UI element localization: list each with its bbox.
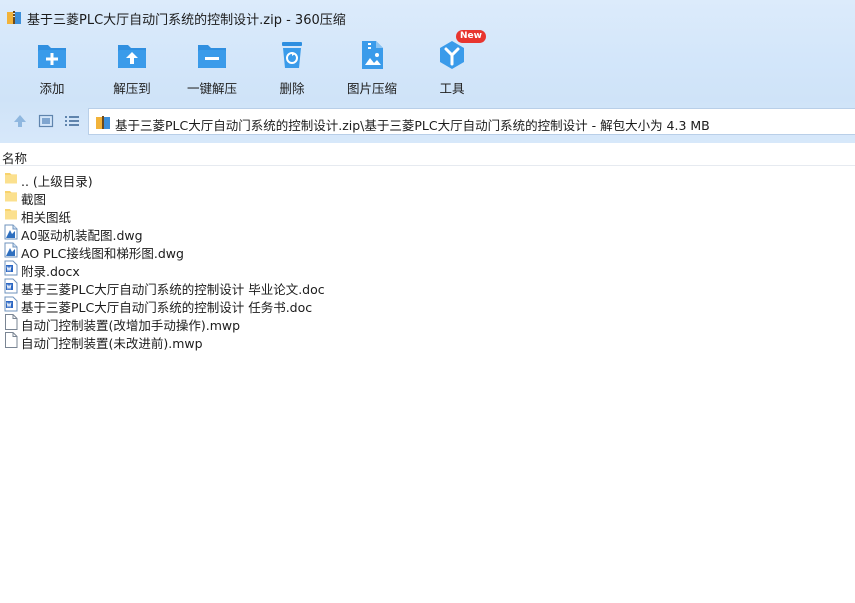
list-view-icon[interactable] <box>64 113 80 129</box>
archive-icon <box>96 116 110 129</box>
image-compress-icon <box>362 41 383 69</box>
list-item[interactable]: 截图 <box>0 187 855 207</box>
delete-icon <box>282 42 302 68</box>
list-item[interactable]: 基于三菱PLC大厅自动门系统的控制设计 任务书.doc <box>0 295 855 315</box>
word-file-icon <box>4 296 18 312</box>
list-item[interactable]: AO PLC接线图和梯形图.dwg <box>0 241 855 261</box>
generic-file-icon <box>4 314 18 330</box>
file-list: .. (上级目录) 截图 相关图纸 A0驱动机装配图.dwg AO PLC接线图和梯形图… <box>0 169 855 351</box>
name-column-header[interactable]: 名称 <box>0 145 855 166</box>
list-item[interactable]: 自动门控制装置(改增加手动操作).mwp <box>0 313 855 333</box>
generic-file-icon <box>4 332 18 348</box>
list-item[interactable]: 自动门控制装置(未改进前).mwp <box>0 331 855 351</box>
extract-to-button[interactable]: 解压到 <box>92 36 172 98</box>
file-name: 自动门控制装置(未改进前).mwp <box>21 336 203 351</box>
delete-label: 删除 <box>279 81 305 96</box>
word-file-icon <box>4 278 18 294</box>
folder-icon <box>4 188 18 204</box>
toolbar: 添加 解压到 一键解压 删除 图片压缩 New 工具 <box>0 30 855 98</box>
title-bar: 基于三菱PLC大厅自动门系统的控制设计.zip - 360压缩 <box>0 0 855 34</box>
word-file-icon <box>4 260 18 276</box>
up-arrow-icon[interactable] <box>12 113 28 129</box>
list-item[interactable]: .. (上级目录) <box>0 169 855 189</box>
one-click-extract-label: 一键解压 <box>186 81 237 96</box>
window-title: 基于三菱PLC大厅自动门系统的控制设计.zip - 360压缩 <box>27 13 346 28</box>
top-band: 基于三菱PLC大厅自动门系统的控制设计.zip - 360压缩 添加 解压到 一… <box>0 0 855 143</box>
list-item[interactable]: A0驱动机装配图.dwg <box>0 223 855 243</box>
extract-to-label: 解压到 <box>113 81 151 96</box>
new-badge: New <box>456 30 486 43</box>
add-icon <box>38 45 66 68</box>
image-compress-button[interactable]: 图片压缩 <box>332 36 412 98</box>
dwg-file-icon <box>4 242 18 258</box>
dwg-file-icon <box>4 224 18 240</box>
folder-icon <box>4 206 18 222</box>
extract-to-icon <box>118 45 146 68</box>
image-compress-label: 图片压缩 <box>346 81 397 96</box>
add-button[interactable]: 添加 <box>12 36 92 98</box>
tools-label: 工具 <box>439 81 465 96</box>
one-click-extract-button[interactable]: 一键解压 <box>172 36 252 98</box>
list-item[interactable]: 相关图纸 <box>0 205 855 225</box>
navigation-bar: 基于三菱PLC大厅自动门系统的控制设计.zip\基于三菱PLC大厅自动门系统的控… <box>0 106 855 136</box>
list-item[interactable]: 附录.docx <box>0 259 855 279</box>
address-bar[interactable]: 基于三菱PLC大厅自动门系统的控制设计.zip\基于三菱PLC大厅自动门系统的控… <box>88 108 855 135</box>
list-item[interactable]: 基于三菱PLC大厅自动门系统的控制设计 毕业论文.doc <box>0 277 855 297</box>
address-path: 基于三菱PLC大厅自动门系统的控制设计.zip\基于三菱PLC大厅自动门系统的控… <box>115 118 710 133</box>
add-label: 添加 <box>39 81 65 96</box>
delete-button[interactable]: 删除 <box>252 36 332 98</box>
thumbnail-view-icon[interactable] <box>38 113 54 129</box>
tools-button[interactable]: New 工具 <box>412 30 492 98</box>
name-column-label: 名称 <box>2 151 28 166</box>
tools-icon <box>440 41 464 69</box>
archive-app-icon <box>7 11 21 24</box>
folder-icon <box>4 170 18 186</box>
one-click-extract-icon <box>198 45 226 68</box>
